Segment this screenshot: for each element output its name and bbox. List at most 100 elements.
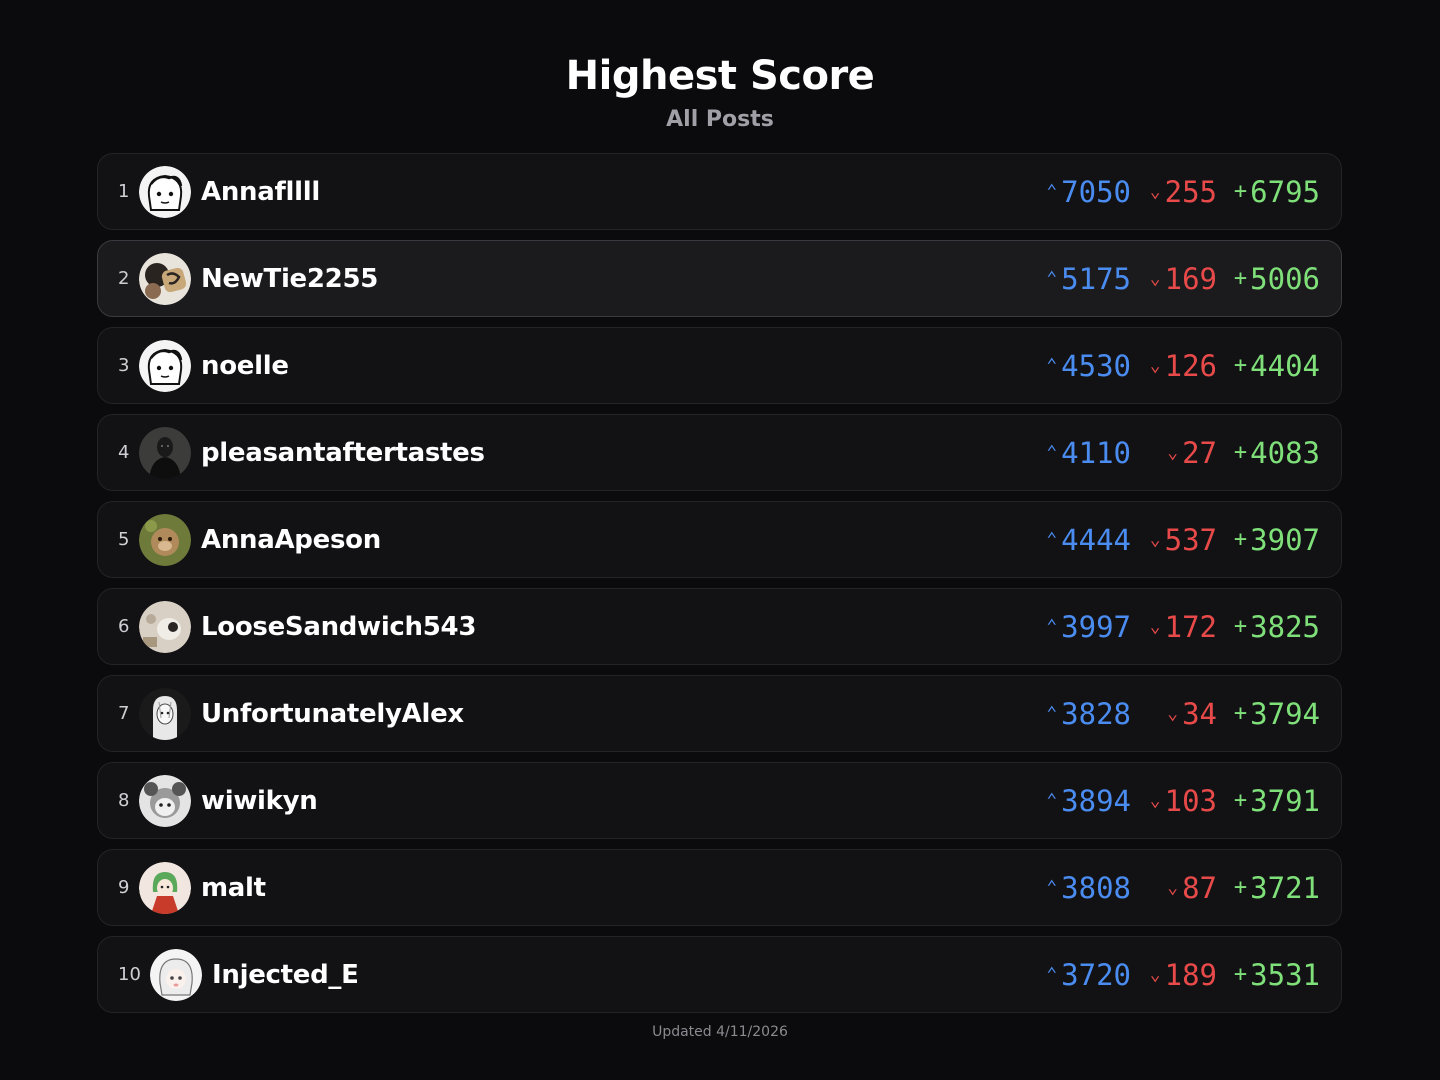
plus-icon: + bbox=[1233, 788, 1248, 813]
score-stats: ⌃ 4530 ⌄ 126 +4404 bbox=[1046, 348, 1320, 383]
plus-icon: + bbox=[1233, 875, 1248, 900]
leaderboard-row[interactable]: 5 AnnaApeson ⌃ 4444 ⌄ 537 +3907 bbox=[97, 501, 1342, 578]
downvote-icon: ⌄ bbox=[1149, 181, 1161, 202]
plus-icon: + bbox=[1233, 353, 1248, 378]
downvote-icon: ⌄ bbox=[1149, 355, 1161, 376]
upvote-count: ⌃ 4444 bbox=[1046, 522, 1131, 557]
leaderboard-row[interactable]: 9 malt ⌃ 3808 ⌄ 87 +3721 bbox=[97, 849, 1342, 926]
net-score: +6795 bbox=[1233, 174, 1320, 209]
score-stats: ⌃ 3997 ⌄ 172 +3825 bbox=[1046, 609, 1320, 644]
downvote-icon: ⌄ bbox=[1149, 529, 1161, 550]
downvote-count: ⌄ 255 bbox=[1149, 174, 1217, 209]
username[interactable]: wiwikyn bbox=[201, 786, 1047, 816]
avatar[interactable] bbox=[139, 252, 191, 305]
downvote-count: ⌄ 126 bbox=[1149, 348, 1217, 383]
downvote-count: ⌄ 34 bbox=[1167, 696, 1217, 731]
leaderboard-row[interactable]: 1 Annafllll ⌃ 7050 ⌄ 255 +6795 bbox=[97, 153, 1342, 230]
username[interactable]: noelle bbox=[201, 351, 1047, 381]
upvote-icon: ⌃ bbox=[1046, 703, 1058, 724]
plus-icon: + bbox=[1233, 614, 1248, 639]
leaderboard-row[interactable]: 6 LooseSandwich543 ⌃ 3997 ⌄ 172 +3825 bbox=[97, 588, 1342, 665]
upvote-count: ⌃ 4530 bbox=[1046, 348, 1131, 383]
downvote-count: ⌄ 87 bbox=[1167, 870, 1217, 905]
upvote-icon: ⌃ bbox=[1046, 964, 1058, 985]
downvote-count: ⌄ 537 bbox=[1149, 522, 1217, 557]
downvote-count: ⌄ 27 bbox=[1167, 435, 1217, 470]
net-score: +4404 bbox=[1233, 348, 1320, 383]
net-score: +4083 bbox=[1233, 435, 1320, 470]
upvote-icon: ⌃ bbox=[1046, 268, 1058, 289]
rank-number: 9 bbox=[118, 877, 130, 898]
avatar[interactable] bbox=[139, 165, 191, 218]
downvote-count: ⌄ 172 bbox=[1149, 609, 1217, 644]
net-score: +3531 bbox=[1233, 957, 1320, 992]
score-stats: ⌃ 4110 ⌄ 27 +4083 bbox=[1046, 435, 1320, 470]
avatar[interactable] bbox=[150, 948, 202, 1001]
downvote-icon: ⌄ bbox=[1149, 616, 1161, 637]
rank-number: 4 bbox=[118, 442, 130, 463]
score-stats: ⌃ 3808 ⌄ 87 +3721 bbox=[1046, 870, 1320, 905]
leaderboard-row[interactable]: 2 NewTie2255 ⌃ 5175 ⌄ 169 +5006 bbox=[97, 240, 1342, 317]
upvote-count: ⌃ 7050 bbox=[1046, 174, 1131, 209]
upvote-icon: ⌃ bbox=[1046, 790, 1058, 811]
username[interactable]: UnfortunatelyAlex bbox=[201, 699, 1047, 729]
leaderboard-page: Highest Score All Posts 1 Annafllll ⌃ 705… bbox=[0, 0, 1440, 1080]
score-stats: ⌃ 7050 ⌄ 255 +6795 bbox=[1046, 174, 1320, 209]
avatar[interactable] bbox=[139, 774, 191, 827]
page-subtitle: All Posts bbox=[666, 107, 774, 132]
leaderboard-row[interactable]: 7 UnfortunatelyAlex ⌃ 3828 ⌄ 34 +3794 bbox=[97, 675, 1342, 752]
score-stats: ⌃ 3828 ⌄ 34 +3794 bbox=[1046, 696, 1320, 731]
downvote-count: ⌄ 103 bbox=[1149, 783, 1217, 818]
plus-icon: + bbox=[1233, 440, 1248, 465]
rank-number: 8 bbox=[118, 790, 130, 811]
username[interactable]: LooseSandwich543 bbox=[201, 612, 1047, 642]
username[interactable]: Injected_E bbox=[212, 960, 1047, 990]
net-score: +3825 bbox=[1233, 609, 1320, 644]
plus-icon: + bbox=[1233, 962, 1248, 987]
username[interactable]: pleasantaftertastes bbox=[201, 438, 1047, 468]
avatar[interactable] bbox=[139, 339, 191, 392]
upvote-icon: ⌃ bbox=[1046, 529, 1058, 550]
upvote-count: ⌃ 5175 bbox=[1046, 261, 1131, 296]
leaderboard-row[interactable]: 4 pleasantaftertastes ⌃ 4110 ⌄ 27 +4083 bbox=[97, 414, 1342, 491]
net-score: +3791 bbox=[1233, 783, 1320, 818]
upvote-count: ⌃ 3808 bbox=[1046, 870, 1131, 905]
leaderboard-row[interactable]: 3 noelle ⌃ 4530 ⌄ 126 +4404 bbox=[97, 327, 1342, 404]
page-title: Highest Score bbox=[565, 53, 875, 99]
rank-number: 7 bbox=[118, 703, 130, 724]
score-stats: ⌃ 5175 ⌄ 169 +5006 bbox=[1046, 261, 1320, 296]
downvote-icon: ⌄ bbox=[1167, 442, 1179, 463]
upvote-icon: ⌃ bbox=[1046, 442, 1058, 463]
avatar[interactable] bbox=[139, 426, 191, 479]
leaderboard-row[interactable]: 10 Injected_E ⌃ 3720 ⌄ 189 +3531 bbox=[97, 936, 1342, 1013]
avatar[interactable] bbox=[139, 687, 191, 740]
leaderboard-row[interactable]: 8 wiwikyn ⌃ 3894 ⌄ 103 +3791 bbox=[97, 762, 1342, 839]
upvote-icon: ⌃ bbox=[1046, 355, 1058, 376]
rank-number: 10 bbox=[118, 964, 141, 985]
upvote-count: ⌃ 3894 bbox=[1046, 783, 1131, 818]
downvote-count: ⌄ 169 bbox=[1149, 261, 1217, 296]
username[interactable]: Annafllll bbox=[201, 177, 1047, 207]
downvote-icon: ⌄ bbox=[1167, 877, 1179, 898]
rank-number: 3 bbox=[118, 355, 130, 376]
username[interactable]: malt bbox=[201, 873, 1047, 903]
downvote-icon: ⌄ bbox=[1149, 964, 1161, 985]
upvote-icon: ⌃ bbox=[1046, 181, 1058, 202]
upvote-icon: ⌃ bbox=[1046, 616, 1058, 637]
plus-icon: + bbox=[1233, 266, 1248, 291]
plus-icon: + bbox=[1233, 179, 1248, 204]
username[interactable]: NewTie2255 bbox=[201, 264, 1047, 294]
avatar[interactable] bbox=[139, 513, 191, 566]
avatar[interactable] bbox=[139, 861, 191, 914]
downvote-icon: ⌄ bbox=[1149, 268, 1161, 289]
upvote-count: ⌃ 3720 bbox=[1046, 957, 1131, 992]
username[interactable]: AnnaApeson bbox=[201, 525, 1047, 555]
net-score: +5006 bbox=[1233, 261, 1320, 296]
upvote-count: ⌃ 3828 bbox=[1046, 696, 1131, 731]
upvote-count: ⌃ 4110 bbox=[1046, 435, 1131, 470]
downvote-icon: ⌄ bbox=[1149, 790, 1161, 811]
score-stats: ⌃ 4444 ⌄ 537 +3907 bbox=[1046, 522, 1320, 557]
avatar[interactable] bbox=[139, 600, 191, 653]
upvote-icon: ⌃ bbox=[1046, 877, 1058, 898]
plus-icon: + bbox=[1233, 701, 1248, 726]
